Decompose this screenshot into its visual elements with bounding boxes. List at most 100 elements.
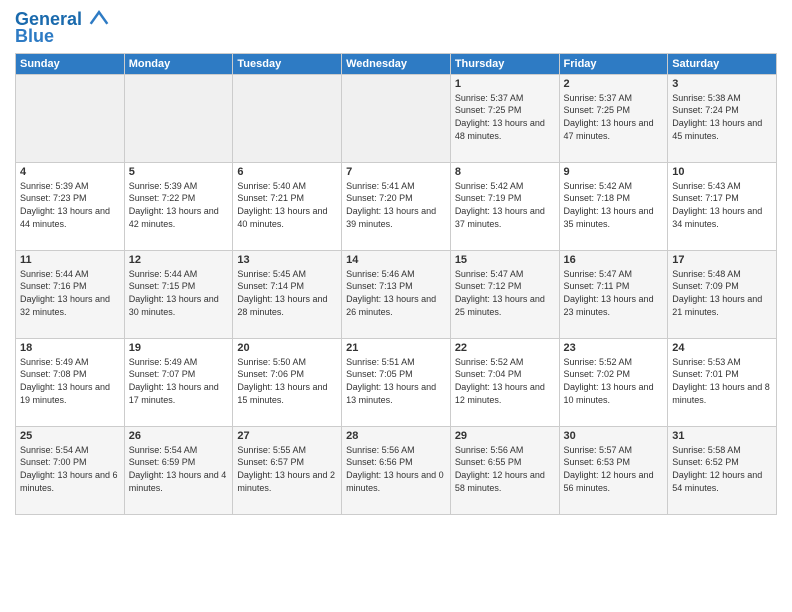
- calendar-cell: 1 Sunrise: 5:37 AM Sunset: 7:25 PM Dayli…: [450, 74, 559, 162]
- calendar-cell: 28 Sunrise: 5:56 AM Sunset: 6:56 PM Dayl…: [342, 426, 451, 514]
- date-number: 7: [346, 166, 446, 178]
- calendar-cell: 29 Sunrise: 5:56 AM Sunset: 6:55 PM Dayl…: [450, 426, 559, 514]
- date-number: 3: [672, 78, 772, 90]
- calendar-header: General Blue: [15, 10, 777, 47]
- calendar-cell: 4 Sunrise: 5:39 AM Sunset: 7:23 PM Dayli…: [16, 162, 125, 250]
- sunrise-text: Sunrise: 5:39 AM: [129, 180, 229, 193]
- cell-info: Sunrise: 5:56 AM Sunset: 6:55 PM Dayligh…: [455, 444, 555, 494]
- daylight-text: Daylight: 13 hours and 45 minutes.: [672, 117, 772, 142]
- cell-info: Sunrise: 5:37 AM Sunset: 7:25 PM Dayligh…: [455, 92, 555, 142]
- cell-info: Sunrise: 5:54 AM Sunset: 7:00 PM Dayligh…: [20, 444, 120, 494]
- daylight-text: Daylight: 13 hours and 48 minutes.: [455, 117, 555, 142]
- sunrise-text: Sunrise: 5:41 AM: [346, 180, 446, 193]
- sunrise-text: Sunrise: 5:39 AM: [20, 180, 120, 193]
- sunrise-text: Sunrise: 5:37 AM: [455, 92, 555, 105]
- sunset-text: Sunset: 7:04 PM: [455, 368, 555, 381]
- cell-info: Sunrise: 5:39 AM Sunset: 7:23 PM Dayligh…: [20, 180, 120, 230]
- day-header-wednesday: Wednesday: [342, 53, 451, 74]
- day-header-thursday: Thursday: [450, 53, 559, 74]
- daylight-text: Daylight: 13 hours and 21 minutes.: [672, 293, 772, 318]
- cell-info: Sunrise: 5:56 AM Sunset: 6:56 PM Dayligh…: [346, 444, 446, 494]
- sunset-text: Sunset: 7:02 PM: [564, 368, 664, 381]
- day-header-tuesday: Tuesday: [233, 53, 342, 74]
- date-number: 16: [564, 254, 664, 266]
- sunset-text: Sunset: 7:07 PM: [129, 368, 229, 381]
- cell-info: Sunrise: 5:48 AM Sunset: 7:09 PM Dayligh…: [672, 268, 772, 318]
- calendar-cell: 10 Sunrise: 5:43 AM Sunset: 7:17 PM Dayl…: [668, 162, 777, 250]
- date-number: 21: [346, 342, 446, 354]
- date-number: 9: [564, 166, 664, 178]
- daylight-text: Daylight: 13 hours and 39 minutes.: [346, 205, 446, 230]
- calendar-cell: 17 Sunrise: 5:48 AM Sunset: 7:09 PM Dayl…: [668, 250, 777, 338]
- date-number: 27: [237, 430, 337, 442]
- calendar-cell: 14 Sunrise: 5:46 AM Sunset: 7:13 PM Dayl…: [342, 250, 451, 338]
- sunrise-text: Sunrise: 5:57 AM: [564, 444, 664, 457]
- date-number: 1: [455, 78, 555, 90]
- date-number: 6: [237, 166, 337, 178]
- cell-info: Sunrise: 5:49 AM Sunset: 7:08 PM Dayligh…: [20, 356, 120, 406]
- calendar-cell: [16, 74, 125, 162]
- sunrise-text: Sunrise: 5:43 AM: [672, 180, 772, 193]
- daylight-text: Daylight: 13 hours and 12 minutes.: [455, 381, 555, 406]
- calendar-cell: 7 Sunrise: 5:41 AM Sunset: 7:20 PM Dayli…: [342, 162, 451, 250]
- calendar-table: SundayMondayTuesdayWednesdayThursdayFrid…: [15, 53, 777, 515]
- calendar-cell: 19 Sunrise: 5:49 AM Sunset: 7:07 PM Dayl…: [124, 338, 233, 426]
- daylight-text: Daylight: 13 hours and 47 minutes.: [564, 117, 664, 142]
- day-header-saturday: Saturday: [668, 53, 777, 74]
- sunrise-text: Sunrise: 5:52 AM: [564, 356, 664, 369]
- daylight-text: Daylight: 13 hours and 13 minutes.: [346, 381, 446, 406]
- date-number: 8: [455, 166, 555, 178]
- sunset-text: Sunset: 6:59 PM: [129, 456, 229, 469]
- day-header-monday: Monday: [124, 53, 233, 74]
- sunset-text: Sunset: 6:55 PM: [455, 456, 555, 469]
- cell-info: Sunrise: 5:43 AM Sunset: 7:17 PM Dayligh…: [672, 180, 772, 230]
- daylight-text: Daylight: 13 hours and 42 minutes.: [129, 205, 229, 230]
- date-number: 19: [129, 342, 229, 354]
- cell-info: Sunrise: 5:57 AM Sunset: 6:53 PM Dayligh…: [564, 444, 664, 494]
- calendar-cell: [342, 74, 451, 162]
- sunset-text: Sunset: 7:12 PM: [455, 280, 555, 293]
- sunset-text: Sunset: 6:53 PM: [564, 456, 664, 469]
- daylight-text: Daylight: 12 hours and 54 minutes.: [672, 469, 772, 494]
- date-number: 11: [20, 254, 120, 266]
- sunrise-text: Sunrise: 5:54 AM: [129, 444, 229, 457]
- calendar-container: General Blue SundayMondayTuesdayWednesda…: [0, 0, 792, 612]
- cell-info: Sunrise: 5:38 AM Sunset: 7:24 PM Dayligh…: [672, 92, 772, 142]
- cell-info: Sunrise: 5:42 AM Sunset: 7:18 PM Dayligh…: [564, 180, 664, 230]
- calendar-cell: 15 Sunrise: 5:47 AM Sunset: 7:12 PM Dayl…: [450, 250, 559, 338]
- calendar-cell: 22 Sunrise: 5:52 AM Sunset: 7:04 PM Dayl…: [450, 338, 559, 426]
- sunrise-text: Sunrise: 5:56 AM: [346, 444, 446, 457]
- sunrise-text: Sunrise: 5:51 AM: [346, 356, 446, 369]
- daylight-text: Daylight: 13 hours and 4 minutes.: [129, 469, 229, 494]
- sunrise-text: Sunrise: 5:42 AM: [564, 180, 664, 193]
- calendar-cell: 6 Sunrise: 5:40 AM Sunset: 7:21 PM Dayli…: [233, 162, 342, 250]
- sunrise-text: Sunrise: 5:58 AM: [672, 444, 772, 457]
- cell-info: Sunrise: 5:44 AM Sunset: 7:15 PM Dayligh…: [129, 268, 229, 318]
- cell-info: Sunrise: 5:42 AM Sunset: 7:19 PM Dayligh…: [455, 180, 555, 230]
- week-row-1: 1 Sunrise: 5:37 AM Sunset: 7:25 PM Dayli…: [16, 74, 777, 162]
- sunset-text: Sunset: 7:01 PM: [672, 368, 772, 381]
- calendar-cell: 3 Sunrise: 5:38 AM Sunset: 7:24 PM Dayli…: [668, 74, 777, 162]
- sunrise-text: Sunrise: 5:38 AM: [672, 92, 772, 105]
- sunset-text: Sunset: 7:23 PM: [20, 192, 120, 205]
- date-number: 22: [455, 342, 555, 354]
- cell-info: Sunrise: 5:55 AM Sunset: 6:57 PM Dayligh…: [237, 444, 337, 494]
- date-number: 20: [237, 342, 337, 354]
- sunset-text: Sunset: 7:21 PM: [237, 192, 337, 205]
- sunrise-text: Sunrise: 5:46 AM: [346, 268, 446, 281]
- date-number: 23: [564, 342, 664, 354]
- cell-info: Sunrise: 5:52 AM Sunset: 7:04 PM Dayligh…: [455, 356, 555, 406]
- date-number: 25: [20, 430, 120, 442]
- day-header-friday: Friday: [559, 53, 668, 74]
- sunrise-text: Sunrise: 5:37 AM: [564, 92, 664, 105]
- date-number: 18: [20, 342, 120, 354]
- week-row-4: 18 Sunrise: 5:49 AM Sunset: 7:08 PM Dayl…: [16, 338, 777, 426]
- calendar-cell: 30 Sunrise: 5:57 AM Sunset: 6:53 PM Dayl…: [559, 426, 668, 514]
- date-number: 4: [20, 166, 120, 178]
- sunset-text: Sunset: 7:20 PM: [346, 192, 446, 205]
- sunset-text: Sunset: 6:52 PM: [672, 456, 772, 469]
- calendar-cell: 18 Sunrise: 5:49 AM Sunset: 7:08 PM Dayl…: [16, 338, 125, 426]
- cell-info: Sunrise: 5:47 AM Sunset: 7:12 PM Dayligh…: [455, 268, 555, 318]
- day-header-sunday: Sunday: [16, 53, 125, 74]
- daylight-text: Daylight: 13 hours and 0 minutes.: [346, 469, 446, 494]
